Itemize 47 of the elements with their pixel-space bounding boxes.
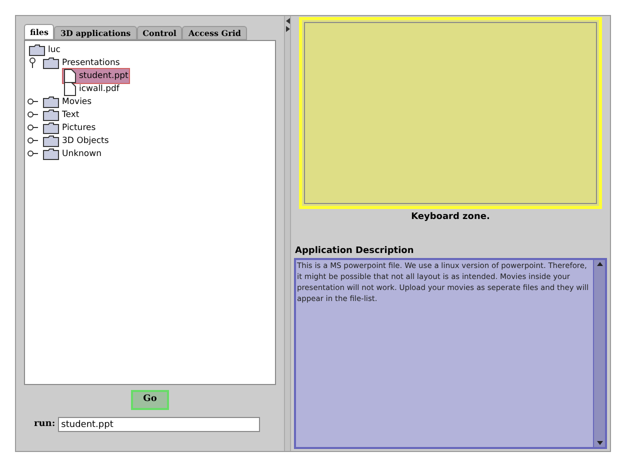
scrollbar[interactable] bbox=[593, 260, 605, 447]
tree-item-label: Pictures bbox=[62, 122, 96, 134]
document-icon bbox=[64, 82, 76, 96]
folder-icon bbox=[43, 96, 59, 108]
tree-item[interactable]: icwall.pdf bbox=[62, 80, 122, 96]
tree-item[interactable]: Text bbox=[41, 108, 82, 122]
tab[interactable]: files bbox=[24, 24, 54, 40]
expanded-handle-icon[interactable] bbox=[28, 57, 37, 68]
folder-icon bbox=[43, 134, 59, 146]
collapsed-handle-icon[interactable] bbox=[27, 123, 38, 132]
scroll-up-icon[interactable] bbox=[596, 262, 602, 266]
collapse-left-arrow-icon[interactable] bbox=[286, 18, 290, 24]
tree-item[interactable]: Presentations bbox=[41, 56, 122, 70]
collapse-right-arrow-icon[interactable] bbox=[286, 26, 290, 32]
run-label: run: bbox=[34, 418, 56, 431]
tree-item-label: luc bbox=[48, 44, 60, 56]
collapsed-handle-icon[interactable] bbox=[27, 136, 38, 145]
description-title: Application Description bbox=[294, 244, 415, 258]
go-button[interactable]: Go bbox=[131, 390, 169, 410]
tree-item-label: Presentations bbox=[62, 56, 120, 68]
scroll-down-icon[interactable] bbox=[596, 441, 602, 445]
tab[interactable]: 3D applications bbox=[54, 26, 137, 40]
tab[interactable]: Control bbox=[136, 26, 182, 40]
keyboard-zone-caption: Keyboard zone. bbox=[410, 211, 491, 224]
tree-item-label: 3D Objects bbox=[62, 134, 109, 146]
document-icon bbox=[64, 68, 76, 82]
tree-item[interactable]: Movies bbox=[41, 94, 94, 108]
tree-item[interactable]: luc bbox=[27, 42, 62, 56]
folder-icon bbox=[43, 122, 59, 134]
tree-item-label: Unknown bbox=[62, 148, 102, 160]
run-field[interactable]: student.ppt bbox=[58, 417, 260, 432]
tree-item-label: Text bbox=[62, 108, 80, 120]
tree-item[interactable]: student.ppt bbox=[62, 68, 130, 84]
tab[interactable]: Access Grid bbox=[182, 26, 247, 40]
tree-item[interactable]: Unknown bbox=[41, 146, 104, 160]
tree-item[interactable]: Pictures bbox=[41, 120, 98, 134]
folder-icon bbox=[43, 148, 59, 160]
tree-item-label: student.ppt bbox=[79, 70, 128, 82]
tree-item[interactable]: 3D Objects bbox=[41, 134, 111, 148]
folder-icon bbox=[43, 108, 59, 120]
collapsed-handle-icon[interactable] bbox=[27, 110, 38, 119]
tree-item-label: icwall.pdf bbox=[79, 82, 120, 94]
collapsed-handle-icon[interactable] bbox=[27, 149, 38, 158]
folder-icon bbox=[29, 44, 45, 56]
collapsed-handle-icon[interactable] bbox=[27, 97, 38, 106]
tree-item-label: Movies bbox=[62, 96, 92, 108]
folder-icon bbox=[43, 56, 59, 68]
